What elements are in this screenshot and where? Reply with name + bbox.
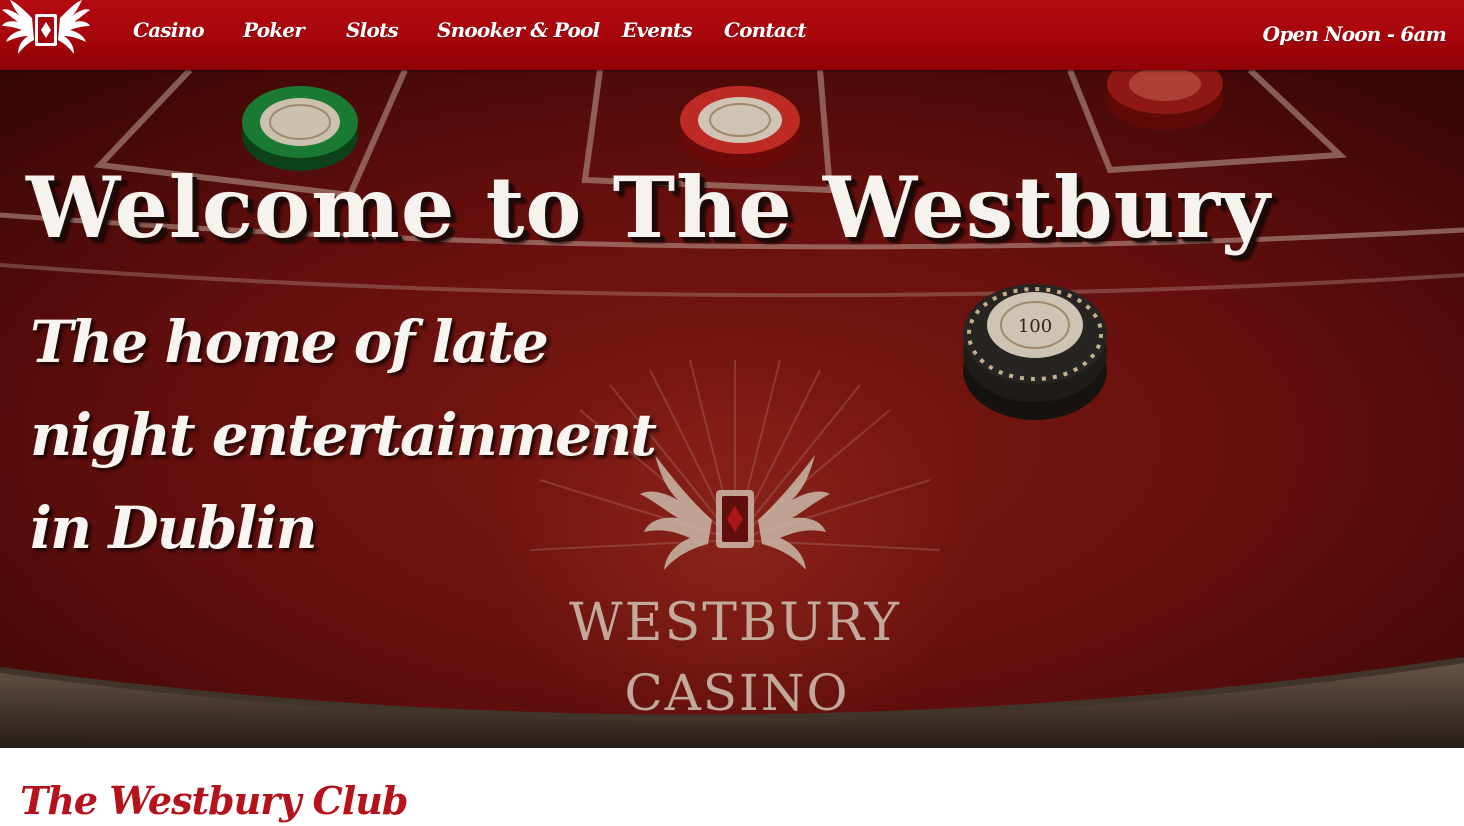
nav-link-snooker-pool[interactable]: Snooker & Pool bbox=[437, 14, 600, 46]
nav-link-events[interactable]: Events bbox=[622, 14, 693, 46]
nav-link-casino[interactable]: Casino bbox=[133, 14, 205, 46]
hero-banner: WESTBURY CASINO 100 Welcome to The Westb… bbox=[0, 70, 1464, 748]
nav-link-contact[interactable]: Contact bbox=[724, 14, 807, 46]
club-section-title: The Westbury Club bbox=[20, 778, 408, 823]
nav-link-poker[interactable]: Poker bbox=[243, 14, 305, 46]
winged-card-logo-icon[interactable] bbox=[2, 0, 90, 62]
hero-title: Welcome to The Westbury bbox=[26, 158, 1271, 257]
hero-subtitle: The home of late night entertainment in … bbox=[30, 308, 657, 562]
opening-hours: Open Noon - 6am bbox=[1262, 22, 1447, 46]
nav-link-slots[interactable]: Slots bbox=[346, 14, 399, 46]
top-nav-bar: Casino Poker Slots Snooker & Pool Events… bbox=[0, 0, 1464, 70]
